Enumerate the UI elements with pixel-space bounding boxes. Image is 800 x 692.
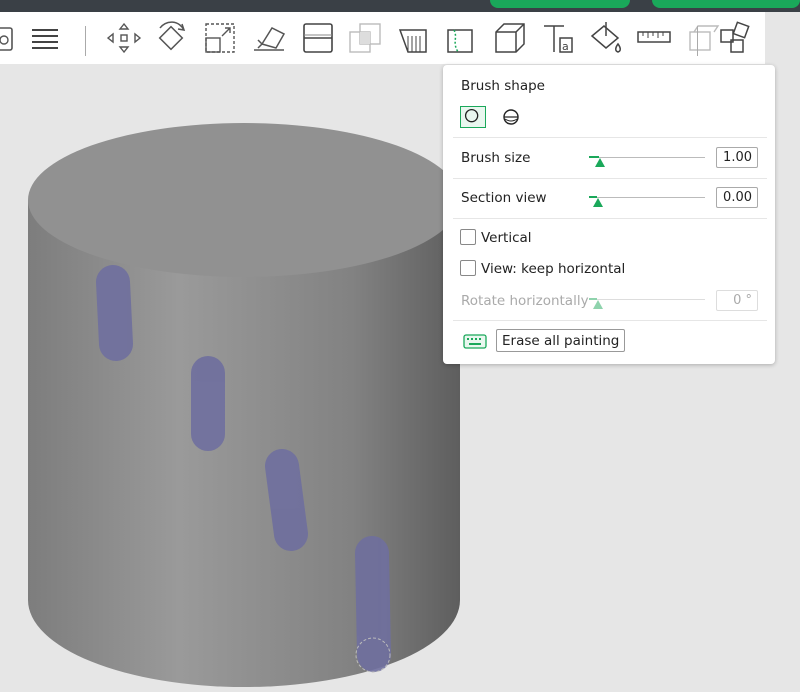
- lay-on-face-icon[interactable]: [250, 18, 290, 58]
- clipboard-icon[interactable]: [0, 18, 22, 58]
- sphere-icon: [503, 109, 519, 125]
- text-icon[interactable]: a: [538, 18, 578, 58]
- keep-horizontal-checkbox[interactable]: [460, 260, 476, 276]
- vertical-label: Vertical: [481, 230, 532, 246]
- cylinder-model[interactable]: [28, 123, 460, 687]
- variable-layer-height-icon[interactable]: [490, 18, 530, 58]
- panel-divider: [453, 218, 767, 219]
- brush-size-input[interactable]: 1.00: [716, 147, 758, 168]
- rotate-horizontally-slider[interactable]: [589, 298, 705, 309]
- svg-text:a: a: [562, 40, 569, 53]
- brush-size-label: Brush size: [461, 150, 531, 166]
- arrange-icon[interactable]: [715, 18, 755, 58]
- brush-shape-label: Brush shape: [461, 78, 545, 94]
- support-painting-icon[interactable]: [394, 18, 434, 58]
- toolbar-separator: [85, 26, 86, 56]
- rotate-horizontally-label: Rotate horizontally: [461, 293, 589, 309]
- layers-list-icon[interactable]: [26, 18, 66, 58]
- brush-panel: Brush shape Brush size 1.00 Section view…: [443, 65, 775, 364]
- slider-thumb[interactable]: [595, 158, 606, 167]
- toolbar: a: [0, 12, 765, 64]
- keep-horizontal-label: View: keep horizontal: [481, 261, 626, 277]
- color-painting-icon[interactable]: [586, 18, 626, 58]
- slider-thumb[interactable]: [593, 198, 603, 207]
- top-action-button[interactable]: [652, 0, 800, 8]
- section-view-input[interactable]: 0.00: [716, 187, 758, 208]
- rotate-horizontally-input[interactable]: 0 °: [716, 290, 758, 311]
- toolbar-separator: [697, 26, 698, 56]
- measure-icon[interactable]: [634, 18, 674, 58]
- scale-icon[interactable]: [200, 18, 240, 58]
- vertical-checkbox[interactable]: [460, 229, 476, 245]
- move-icon[interactable]: [104, 18, 144, 58]
- boolean-icon[interactable]: [346, 18, 386, 58]
- circle-brush-button[interactable]: [460, 106, 486, 128]
- sphere-brush-button[interactable]: [498, 106, 524, 128]
- brush-size-slider[interactable]: [589, 156, 705, 167]
- erase-all-painting-button[interactable]: Erase all painting: [496, 329, 626, 352]
- panel-divider: [453, 320, 767, 321]
- panel-divider: [453, 137, 767, 138]
- circle-icon: [464, 108, 479, 123]
- section-view-slider[interactable]: [589, 196, 705, 207]
- seam-painting-icon[interactable]: [442, 18, 482, 58]
- top-action-button[interactable]: [490, 0, 630, 8]
- rotate-icon[interactable]: [152, 18, 192, 58]
- keyboard-icon[interactable]: [463, 334, 487, 349]
- top-bar: [0, 0, 800, 12]
- panel-divider: [453, 178, 767, 179]
- cut-icon[interactable]: [298, 18, 338, 58]
- section-view-label: Section view: [461, 190, 547, 206]
- slider-thumb[interactable]: [593, 300, 603, 309]
